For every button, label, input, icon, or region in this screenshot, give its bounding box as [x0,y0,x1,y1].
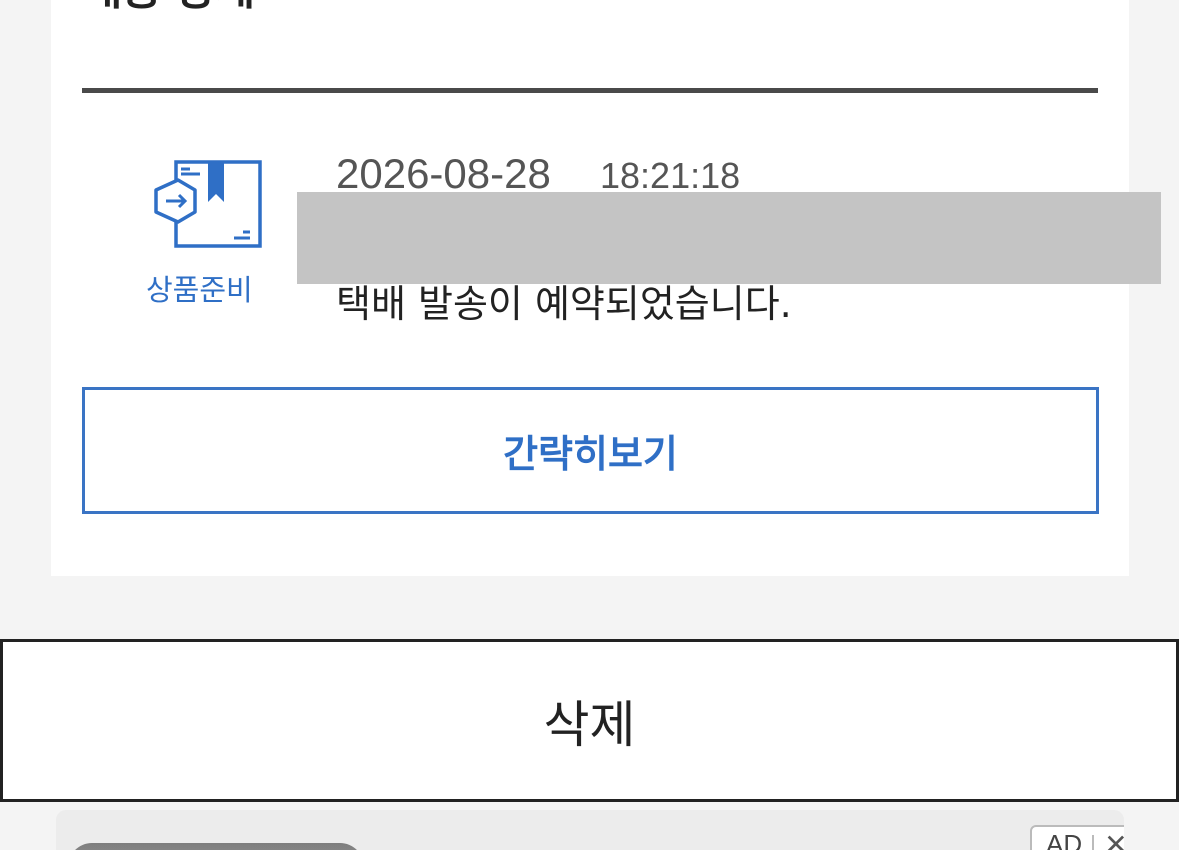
close-icon[interactable]: ✕ [1104,831,1124,850]
ad-badge: AD ✕ [1030,825,1124,850]
title-divider [82,88,1098,93]
ad-badge-divider [1092,835,1095,850]
status-label: 상품준비 [146,273,253,307]
delete-button[interactable]: 삭제 [0,639,1179,802]
collapse-button-label: 간략히보기 [503,432,678,476]
section-title: 배송 상세 [82,0,255,12]
collapse-button[interactable]: 간략히보기 [82,387,1099,514]
ad-label: AD [1046,829,1083,850]
delete-button-label: 삭제 [543,695,636,754]
entry-date: 2026-08-28 [336,150,551,197]
redacted-block [297,192,1161,284]
package-ship-icon [152,158,264,252]
ad-banner[interactable]: AD ✕ [56,810,1124,850]
entry-message: 택배 발송이 예약되었습니다. [336,282,792,326]
ad-thumbnail[interactable] [68,843,364,850]
entry-time: 18:21:18 [600,155,741,196]
